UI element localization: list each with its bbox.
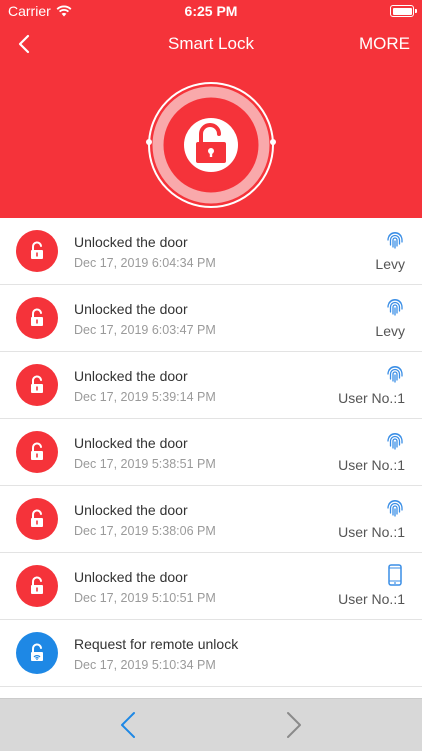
record-row[interactable]: Unlocked the door Dec 17, 2019 5:10:51 PM… (0, 553, 422, 620)
lock-status-dial[interactable] (146, 80, 276, 210)
record-user: User No.:1 (338, 524, 405, 540)
record-timestamp: Dec 17, 2019 5:38:06 PM (74, 524, 216, 538)
record-title: Unlocked the door (74, 435, 188, 451)
record-user: Levy (375, 323, 405, 339)
record-row[interactable]: Request for remote unlock Dec 17, 2019 5:… (0, 620, 422, 687)
record-user: Levy (375, 256, 405, 272)
fingerprint-icon (384, 497, 406, 519)
unlocked-lock-icon (146, 82, 276, 208)
more-button[interactable]: MORE (359, 34, 410, 54)
browser-back-button[interactable] (110, 709, 146, 741)
record-title: Unlocked the door (74, 301, 188, 317)
battery-icon (390, 5, 417, 17)
unlock-record-list[interactable]: Unlocked the door Dec 17, 2019 6:04:34 PM… (0, 218, 422, 698)
record-title: Unlocked the door (74, 569, 188, 585)
unlocked-lock-icon (16, 431, 58, 473)
bottom-toolbar (0, 698, 422, 751)
header: Carrier 6:25 PM Smart Lock MORE (0, 0, 422, 218)
unlocked-lock-icon (16, 230, 58, 272)
unlocked-lock-icon (16, 565, 58, 607)
fingerprint-icon (384, 430, 406, 452)
chevron-left-icon (121, 712, 135, 738)
unlocked-lock-icon (16, 364, 58, 406)
record-row[interactable]: Unlocked the door Dec 17, 2019 5:38:51 PM… (0, 419, 422, 486)
remote-unlock-icon (16, 632, 58, 674)
record-title: Unlocked the door (74, 368, 188, 384)
record-user: User No.:1 (338, 457, 405, 473)
record-row[interactable]: Unlocked the door Dec 17, 2019 5:39:14 PM… (0, 352, 422, 419)
record-user: User No.:1 (338, 591, 405, 607)
fingerprint-icon (384, 229, 406, 251)
fingerprint-icon (384, 296, 406, 318)
record-timestamp: Dec 17, 2019 5:10:51 PM (74, 591, 216, 605)
record-title: Unlocked the door (74, 234, 188, 250)
navbar: Smart Lock MORE (0, 26, 422, 62)
record-row[interactable] (0, 687, 422, 698)
record-title: Request for remote unlock (74, 636, 239, 652)
unlocked-lock-icon (16, 297, 58, 339)
record-timestamp: Dec 17, 2019 6:03:47 PM (74, 323, 216, 337)
unlocked-lock-icon (16, 498, 58, 540)
phone-icon (384, 564, 406, 586)
record-row[interactable]: Unlocked the door Dec 17, 2019 5:38:06 PM… (0, 486, 422, 553)
record-timestamp: Dec 17, 2019 5:38:51 PM (74, 457, 216, 471)
record-timestamp: Dec 17, 2019 5:39:14 PM (74, 390, 216, 404)
record-timestamp: Dec 17, 2019 6:04:34 PM (74, 256, 216, 270)
clock: 6:25 PM (184, 3, 238, 19)
fingerprint-icon (384, 363, 406, 385)
browser-forward-button[interactable] (276, 709, 312, 741)
record-timestamp: Dec 17, 2019 5:10:34 PM (74, 658, 216, 672)
status-bar: Carrier 6:25 PM (0, 0, 422, 22)
record-row[interactable]: Unlocked the door Dec 17, 2019 6:03:47 PM… (0, 285, 422, 352)
record-title: Unlocked the door (74, 502, 188, 518)
record-row[interactable]: Unlocked the door Dec 17, 2019 6:04:34 PM… (0, 218, 422, 285)
record-user: User No.:1 (338, 390, 405, 406)
chevron-right-icon (287, 712, 301, 738)
